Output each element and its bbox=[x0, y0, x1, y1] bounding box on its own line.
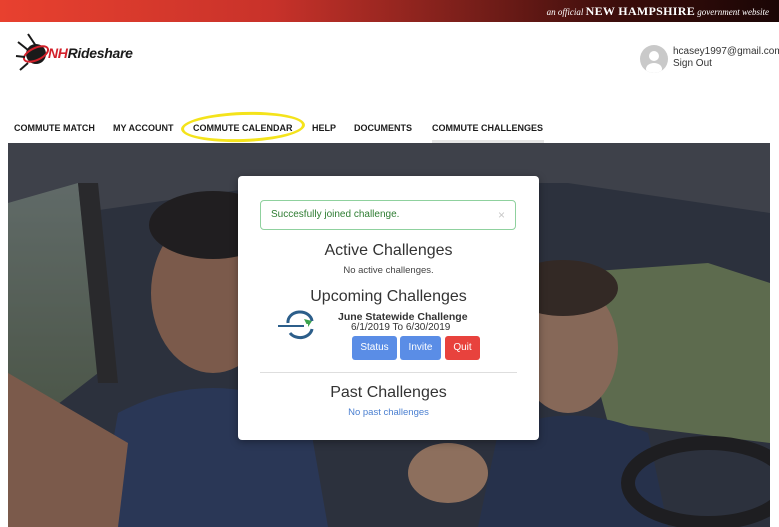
alert-close-icon[interactable]: × bbox=[498, 201, 505, 229]
past-challenges-heading: Past Challenges bbox=[330, 384, 447, 401]
avatar[interactable] bbox=[640, 45, 668, 73]
nav-commute-calendar[interactable]: COMMUTE CALENDAR bbox=[193, 123, 293, 133]
section-divider bbox=[260, 372, 517, 373]
gov-banner-text: an official NEW HAMPSHIRE government web… bbox=[547, 4, 769, 19]
nh-rideshare-logo[interactable]: NHRideshare bbox=[14, 30, 134, 75]
success-alert: Succesfully joined challenge. × bbox=[260, 200, 516, 230]
quit-button[interactable]: Quit bbox=[445, 336, 480, 360]
gov-banner-prefix: an official bbox=[546, 7, 584, 17]
past-challenges-empty: No past challenges bbox=[348, 407, 429, 418]
gov-banner: an official NEW HAMPSHIRE government web… bbox=[0, 0, 779, 22]
upcoming-challenges-heading: Upcoming Challenges bbox=[310, 288, 467, 305]
user-email: hcasey1997@gmail.com bbox=[673, 46, 779, 57]
gov-banner-state: NEW HAMPSHIRE bbox=[585, 4, 696, 18]
nav-help[interactable]: HELP bbox=[312, 123, 336, 133]
logo-text-rideshare: Rideshare bbox=[67, 45, 133, 61]
sign-out-link[interactable]: Sign Out bbox=[673, 58, 779, 70]
active-challenges-heading: Active Challenges bbox=[324, 242, 453, 259]
challenges-modal: Succesfully joined challenge. × Active C… bbox=[238, 176, 539, 440]
nav-commute-challenges[interactable]: COMMUTE CHALLENGES bbox=[432, 123, 543, 133]
logo-text: NHRideshare bbox=[48, 45, 133, 61]
nav-commute-match[interactable]: COMMUTE MATCH bbox=[14, 123, 95, 133]
status-button[interactable]: Status bbox=[352, 336, 397, 360]
commute-smart-logo-icon bbox=[276, 310, 314, 340]
invite-button[interactable]: Invite bbox=[400, 336, 441, 360]
user-info: hcasey1997@gmail.com Sign Out bbox=[673, 46, 779, 70]
success-alert-text: Succesfully joined challenge. bbox=[271, 209, 400, 220]
nav-my-account[interactable]: MY ACCOUNT bbox=[113, 123, 174, 133]
nav-documents[interactable]: DOCUMENTS bbox=[354, 123, 412, 133]
user-avatar-icon bbox=[646, 51, 662, 73]
challenge-dates: 6/1/2019 To 6/30/2019 bbox=[351, 322, 451, 333]
logo-text-nh: NH bbox=[48, 45, 68, 61]
active-challenges-empty: No active challenges. bbox=[343, 265, 434, 276]
gov-banner-suffix: government website bbox=[697, 7, 769, 17]
